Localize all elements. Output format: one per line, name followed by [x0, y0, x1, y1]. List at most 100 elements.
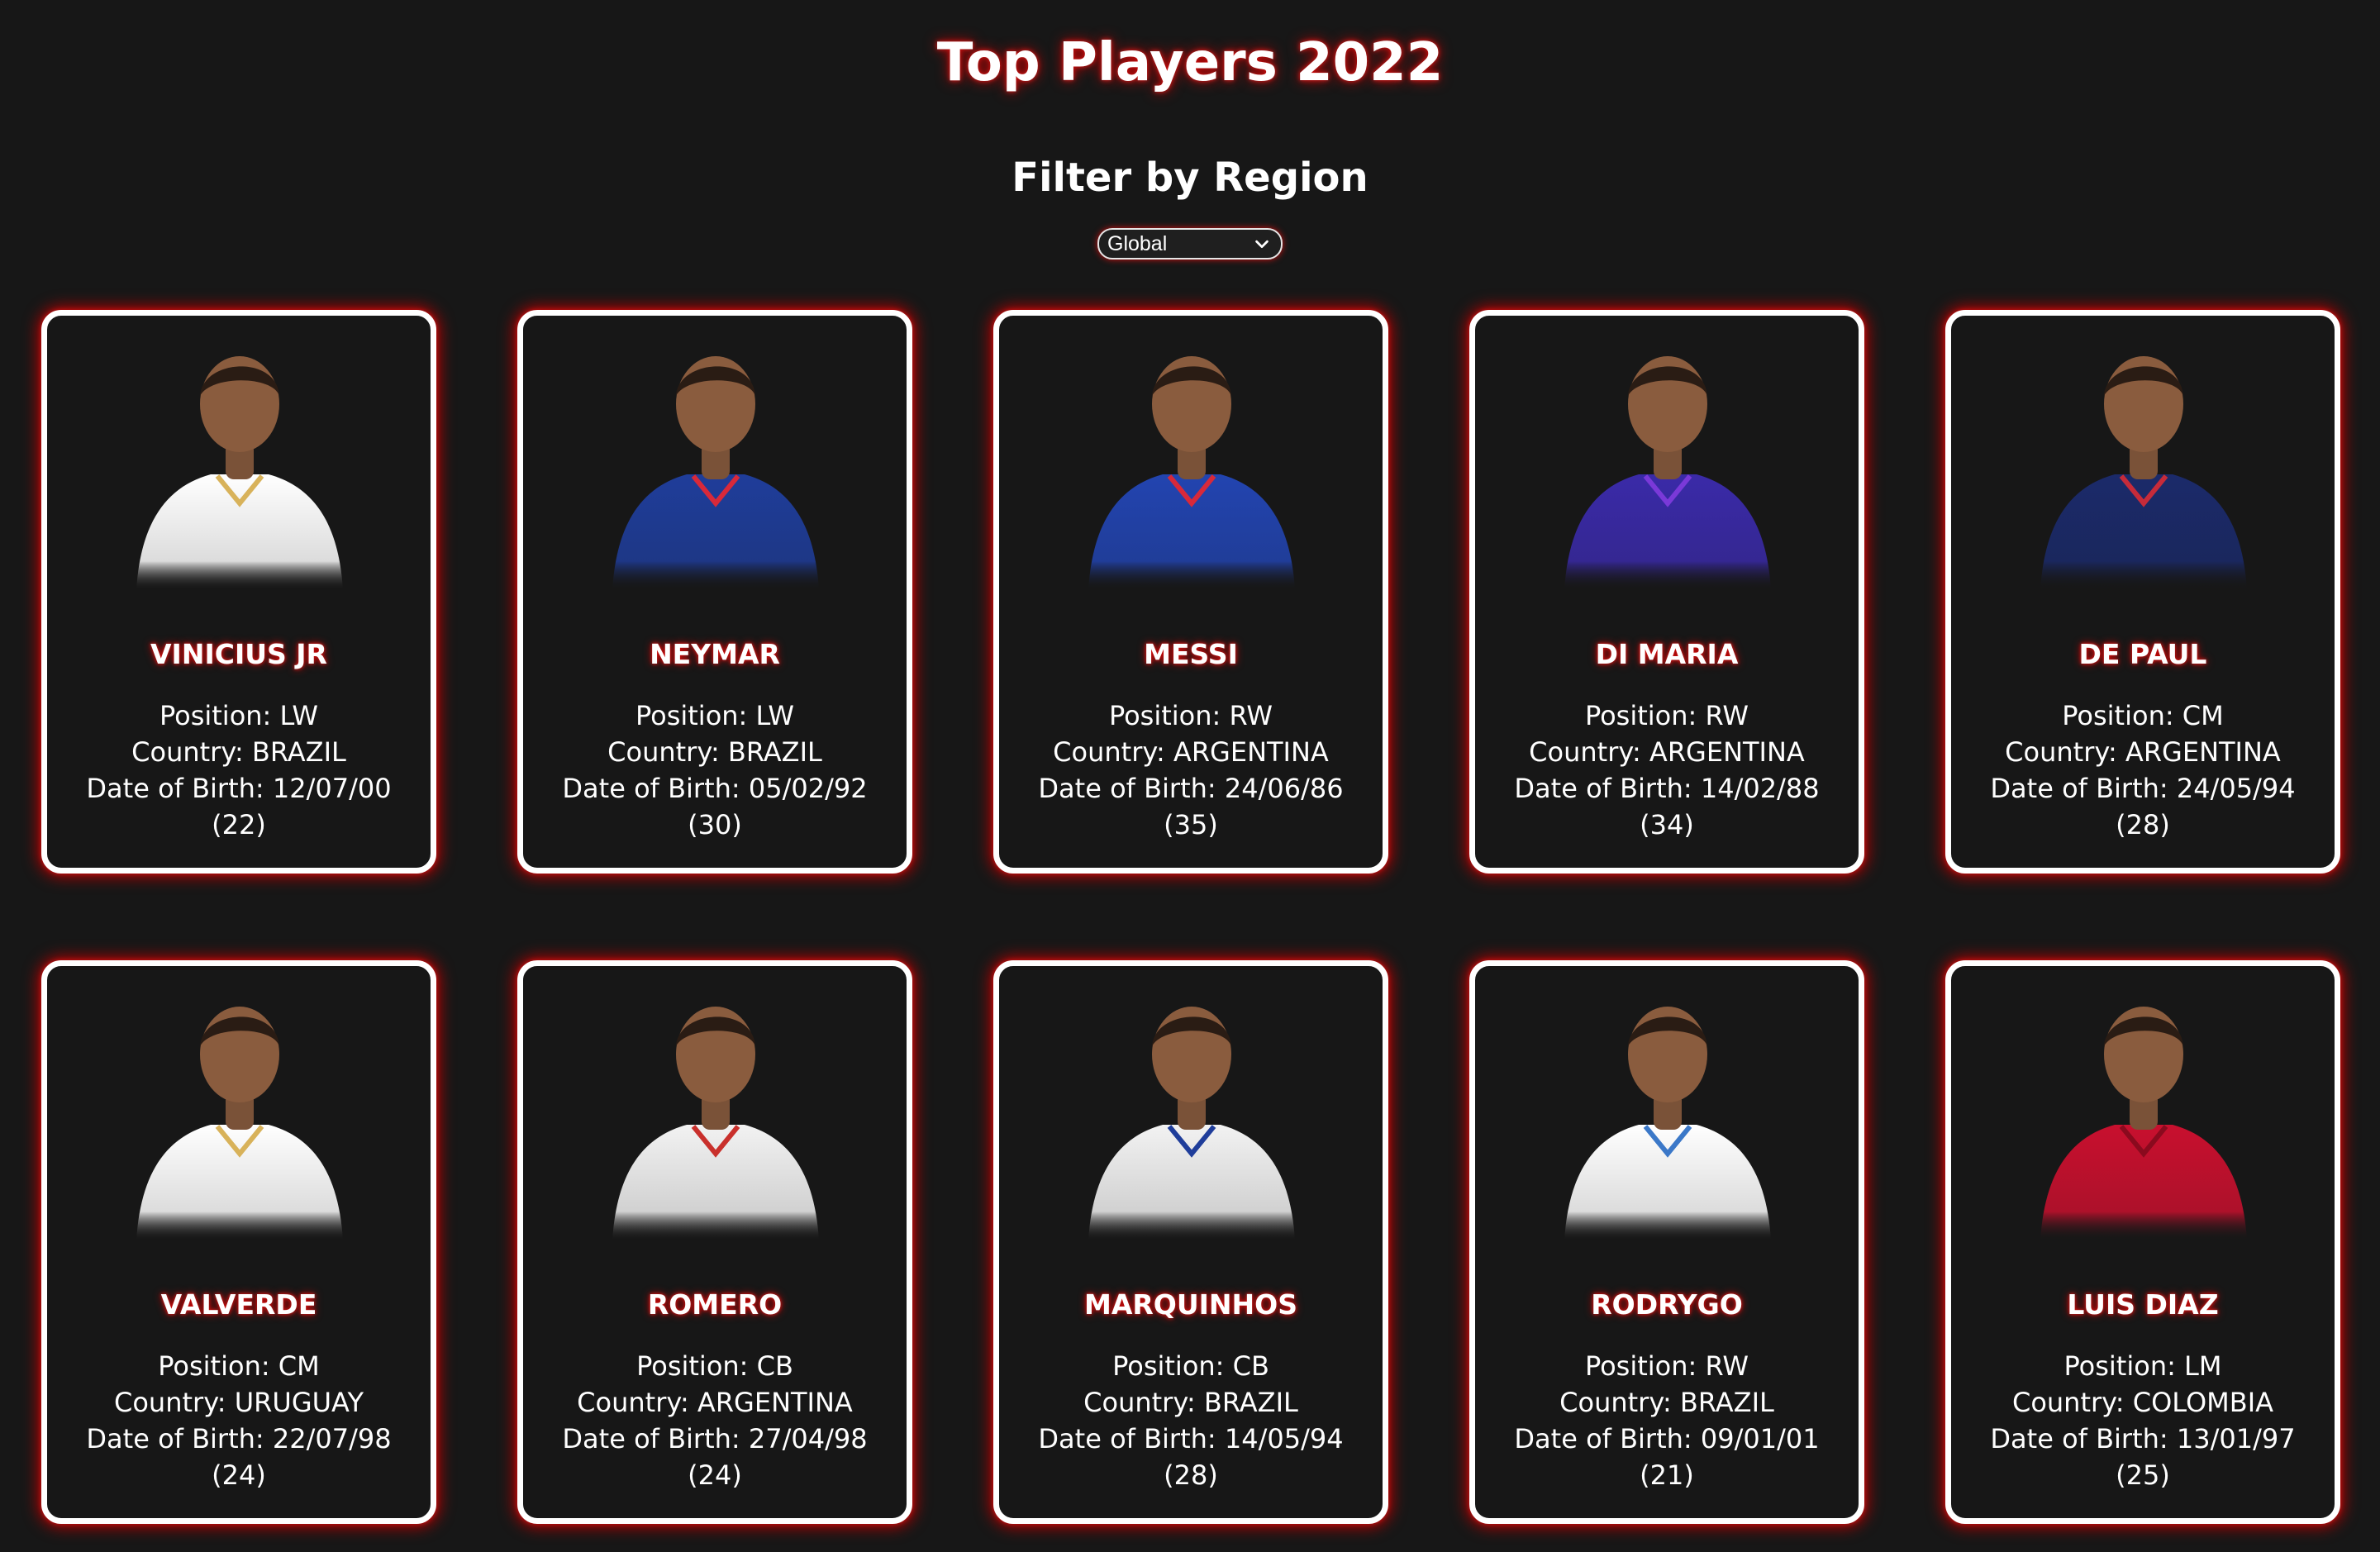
player-info: Position: RW Country: BRAZIL Date of Birth… — [1475, 1348, 1859, 1493]
player-position-line: Position: RW — [1475, 1348, 1859, 1384]
player-card[interactable]: NEYMAR Position: LW Country: BRAZIL Date of… — [517, 310, 912, 874]
player-name: RODRYGO — [1591, 1288, 1743, 1321]
player-position-value: RW — [1229, 700, 1273, 731]
player-position-value: LW — [755, 700, 795, 731]
player-dob-line: Date of Birth: 13/01/97 — [1951, 1421, 2335, 1457]
player-card[interactable]: MESSI Position: RW Country: ARGENTINA Date … — [993, 310, 1388, 874]
player-card[interactable]: DE PAUL Position: CM Country: ARGENTINA Dat… — [1945, 310, 2340, 874]
region-select[interactable]: Global — [1097, 228, 1283, 259]
player-photo — [1088, 1007, 1295, 1240]
player-dob-value: 09/01/01 — [1700, 1423, 1820, 1454]
player-dob-line: Date of Birth: 12/07/00 — [47, 770, 431, 807]
player-age: (35) — [1164, 809, 1218, 840]
player-country-label: Country: — [1529, 736, 1649, 768]
player-name: LUIS DIAZ — [2067, 1288, 2219, 1321]
chevron-down-icon — [1255, 240, 1269, 249]
player-photo — [1564, 356, 1771, 590]
player-info: Position: RW Country: ARGENTINA Date of Bi… — [1475, 697, 1859, 843]
player-dob-value: 14/05/94 — [1224, 1423, 1344, 1454]
player-country-value: ARGENTINA — [1173, 736, 1329, 768]
player-position-label: Position: — [1584, 1350, 1706, 1382]
player-dob-value: 12/07/00 — [272, 773, 392, 804]
player-country-label: Country: — [1083, 1387, 1204, 1418]
player-dob-label: Date of Birth: — [562, 1423, 749, 1454]
player-country-label: Country: — [1559, 1387, 1680, 1418]
player-name: NEYMAR — [650, 638, 780, 670]
player-name: ROMERO — [647, 1288, 783, 1321]
player-dob-line: Date of Birth: 14/05/94 — [999, 1421, 1383, 1457]
player-position-line: Position: CB — [999, 1348, 1383, 1384]
player-info: Position: CM Country: URUGUAY Date of Birt… — [47, 1348, 431, 1493]
player-age: (30) — [688, 809, 742, 840]
player-card[interactable]: LUIS DIAZ Position: LM Country: COLOMBIA Da… — [1945, 960, 2340, 1524]
player-photo — [612, 356, 819, 590]
player-card[interactable]: DI MARIA Position: RW Country: ARGENTINA Da… — [1469, 310, 1864, 874]
player-dob-value: 05/02/92 — [748, 773, 868, 804]
player-info: Position: LW Country: BRAZIL Date of Birth… — [523, 697, 907, 843]
player-country-value: COLOMBIA — [2132, 1387, 2274, 1418]
player-position-label: Position: — [636, 1350, 757, 1382]
filter-heading: Filter by Region — [1011, 155, 1368, 201]
player-position-line: Position: RW — [999, 697, 1383, 734]
player-photo — [612, 1007, 819, 1240]
player-dob-line: Date of Birth: 24/06/86 — [999, 770, 1383, 807]
player-dob-line: Date of Birth: 14/02/88 — [1475, 770, 1859, 807]
player-card[interactable]: ROMERO Position: CB Country: ARGENTINA Date… — [517, 960, 912, 1524]
player-country-line: Country: BRAZIL — [47, 734, 431, 770]
player-age: (28) — [1164, 1459, 1218, 1491]
player-card[interactable]: RODRYGO Position: RW Country: BRAZIL Date o… — [1469, 960, 1864, 1524]
player-position-value: CM — [2182, 700, 2224, 731]
player-dob-label: Date of Birth: — [1514, 1423, 1701, 1454]
player-age: (34) — [1640, 809, 1694, 840]
player-card[interactable]: VALVERDE Position: CM Country: URUGUAY Date… — [41, 960, 436, 1524]
player-country-label: Country: — [2011, 1387, 2133, 1418]
player-country-line: Country: ARGENTINA — [999, 734, 1383, 770]
player-position-value: RW — [1705, 700, 1749, 731]
player-dob-value: 24/06/86 — [1224, 773, 1344, 804]
player-photo — [2040, 1007, 2247, 1240]
player-dob-line: Date of Birth: 24/05/94 — [1951, 770, 2335, 807]
player-dob-value: 13/01/97 — [2176, 1423, 2296, 1454]
player-position-line: Position: RW — [1475, 697, 1859, 734]
player-position-line: Position: LW — [523, 697, 907, 734]
player-country-value: BRAZIL — [1679, 1387, 1774, 1418]
player-position-value: RW — [1705, 1350, 1749, 1382]
page-title: Top Players 2022 — [936, 32, 1444, 93]
player-country-line: Country: COLOMBIA — [1951, 1384, 2335, 1421]
player-dob-line: Date of Birth: 22/07/98 — [47, 1421, 431, 1457]
player-age: (24) — [212, 1459, 266, 1491]
player-country-label: Country: — [2005, 736, 2125, 768]
player-photo — [2040, 356, 2247, 590]
player-age: (24) — [688, 1459, 742, 1491]
player-photo — [1564, 1007, 1771, 1240]
player-dob-value: 22/07/98 — [272, 1423, 392, 1454]
player-position-line: Position: CM — [47, 1348, 431, 1384]
player-position-line: Position: CM — [1951, 697, 2335, 734]
player-info: Position: RW Country: ARGENTINA Date of Bi… — [999, 697, 1383, 843]
player-position-label: Position: — [635, 700, 756, 731]
player-dob-label: Date of Birth: — [1514, 773, 1701, 804]
player-name: VINICIUS JR — [150, 638, 327, 670]
player-dob-label: Date of Birth: — [1038, 773, 1225, 804]
player-dob-line: Date of Birth: 09/01/01 — [1475, 1421, 1859, 1457]
player-name: VALVERDE — [160, 1288, 317, 1321]
player-info: Position: LM Country: COLOMBIA Date of Bir… — [1951, 1348, 2335, 1493]
player-country-value: ARGENTINA — [697, 1387, 853, 1418]
player-name: DI MARIA — [1595, 638, 1739, 670]
player-country-line: Country: BRAZIL — [523, 734, 907, 770]
player-card[interactable]: VINICIUS JR Position: LW Country: BRAZIL Da… — [41, 310, 436, 874]
player-country-line: Country: URUGUAY — [47, 1384, 431, 1421]
player-country-label: Country: — [131, 736, 252, 768]
player-dob-label: Date of Birth: — [86, 1423, 273, 1454]
player-country-line: Country: BRAZIL — [1475, 1384, 1859, 1421]
player-country-label: Country: — [577, 1387, 697, 1418]
player-dob-label: Date of Birth: — [1990, 1423, 2177, 1454]
player-info: Position: CM Country: ARGENTINA Date of Bi… — [1951, 697, 2335, 843]
player-position-label: Position: — [158, 1350, 278, 1382]
player-dob-label: Date of Birth: — [1990, 773, 2177, 804]
player-country-label: Country: — [114, 1387, 235, 1418]
player-card[interactable]: MARQUINHOS Position: CB Country: BRAZIL Dat… — [993, 960, 1388, 1524]
player-age: (21) — [1640, 1459, 1694, 1491]
player-position-label: Position: — [2062, 700, 2182, 731]
player-country-value: ARGENTINA — [2125, 736, 2281, 768]
